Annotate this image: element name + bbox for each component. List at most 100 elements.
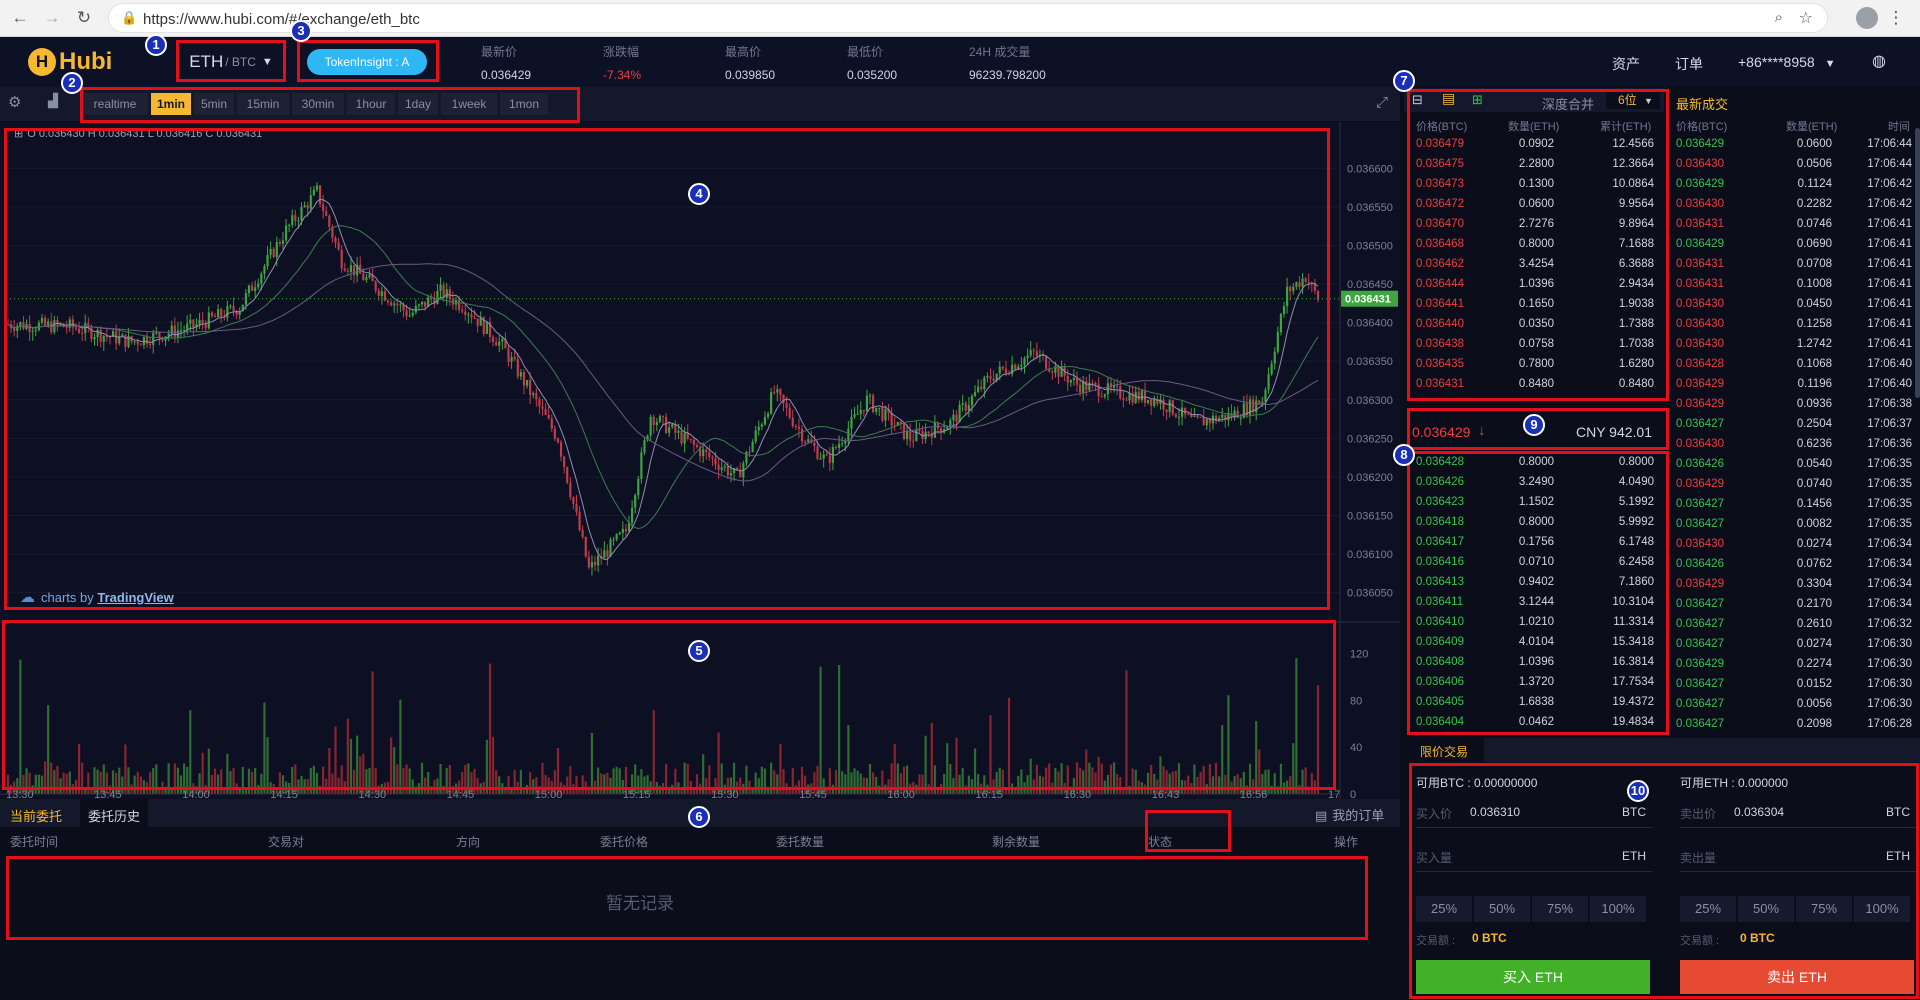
trade-amount: 0.0274 xyxy=(1796,638,1832,650)
trade-amount: 0.2610 xyxy=(1796,618,1832,630)
trades-scrollbar[interactable] xyxy=(1915,128,1920,398)
indicators-icon[interactable]: ▟ xyxy=(48,93,58,109)
trade-row: 0.036431 0.0746 17:06:41 xyxy=(1666,214,1920,234)
trade-row: 0.036427 0.2504 17:06:37 xyxy=(1666,414,1920,434)
trade-time: 17:06:30 xyxy=(1867,658,1912,670)
trade-row: 0.036429 0.0690 17:06:41 xyxy=(1666,234,1920,254)
zoom-icon[interactable]: ⌕ xyxy=(1775,9,1783,26)
trade-row: 0.036430 0.6236 17:06:36 xyxy=(1666,434,1920,454)
orders-col-header: 委托价格 xyxy=(600,835,649,849)
trade-time: 17:06:35 xyxy=(1867,458,1912,470)
trade-price: 0.036427 xyxy=(1676,498,1724,510)
trade-amount: 0.2282 xyxy=(1796,198,1832,210)
fullscreen-icon[interactable]: ⤢ xyxy=(1376,94,1388,111)
trade-amount: 0.1124 xyxy=(1797,178,1832,190)
nav-assets[interactable]: 资产 xyxy=(1612,54,1640,74)
orders-col-header: 剩余数量 xyxy=(992,835,1041,849)
price-tick-label: 0.036550 xyxy=(1347,202,1393,214)
tr-col-time: 时间 xyxy=(1888,121,1910,133)
trade-time: 17:06:30 xyxy=(1867,638,1912,650)
trade-time: 17:06:35 xyxy=(1867,498,1912,510)
settings-gear-icon[interactable]: ⚙ xyxy=(8,93,21,111)
tab-current-orders[interactable]: 当前委托 xyxy=(10,806,62,825)
time-tick-label: 14:00 xyxy=(182,789,210,799)
trade-row: 0.036429 0.0740 17:06:35 xyxy=(1666,474,1920,494)
forward-icon[interactable]: → xyxy=(40,6,64,30)
time-tick-label: 15:45 xyxy=(799,789,827,799)
trade-row: 0.036428 0.1068 17:06:40 xyxy=(1666,354,1920,374)
trade-time: 17:06:41 xyxy=(1867,338,1912,350)
tab-order-history[interactable]: 委托历史 xyxy=(80,799,149,827)
trade-amount: 0.0762 xyxy=(1796,558,1832,570)
orders-col-header: 交易对 xyxy=(268,835,305,849)
trade-time: 17:06:30 xyxy=(1867,678,1912,690)
price-tick-label: 0.036250 xyxy=(1347,433,1393,445)
volume-tick-label: 80 xyxy=(1350,695,1362,707)
time-tick-label: 16:00 xyxy=(887,789,915,799)
trade-amount: 0.2504 xyxy=(1796,418,1832,430)
trade-price: 0.036431 xyxy=(1676,258,1724,270)
trade-time: 17:06:34 xyxy=(1867,558,1912,570)
trade-row: 0.036430 1.2742 17:06:41 xyxy=(1666,334,1920,354)
stat-low: 最低价 0.035200 xyxy=(847,45,898,82)
browser-menu-icon[interactable]: ⋮ xyxy=(1884,6,1908,30)
time-tick-label: 14:15 xyxy=(270,789,298,799)
marker-8: 8 xyxy=(1393,444,1415,466)
price-tick-label: 0.036100 xyxy=(1347,549,1393,561)
trade-row: 0.036426 0.0540 17:06:35 xyxy=(1666,454,1920,474)
trade-row: 0.036427 0.0274 17:06:30 xyxy=(1666,634,1920,654)
volume-tick-label: 40 xyxy=(1350,742,1362,754)
trade-time: 17:06:44 xyxy=(1867,158,1912,170)
trade-time: 17:06:40 xyxy=(1867,378,1912,390)
lock-icon: 🔒 xyxy=(121,10,138,25)
marker-1: 1 xyxy=(145,34,167,56)
trade-time: 17:06:32 xyxy=(1867,618,1912,630)
trade-row: 0.036427 0.1456 17:06:35 xyxy=(1666,494,1920,514)
volume-tick-label: 120 xyxy=(1350,649,1368,661)
trade-row: 0.036431 0.1008 17:06:41 xyxy=(1666,274,1920,294)
trade-row: 0.036429 0.0600 17:06:44 xyxy=(1666,134,1920,154)
exchange-header: H Hubi ETH / BTC ▼ TokenInsight : A 最新价 0… xyxy=(0,37,1920,87)
reload-icon[interactable]: ↻ xyxy=(72,6,96,30)
trade-price: 0.036429 xyxy=(1676,578,1724,590)
trade-price: 0.036427 xyxy=(1676,598,1724,610)
tab-limit-trade[interactable]: 限价交易 xyxy=(1404,738,1485,762)
globe-icon[interactable]: ◍ xyxy=(1872,51,1886,71)
stat-volume-24h: 24H 成交量 96239.798200 xyxy=(969,45,1046,82)
trade-amount: 0.0540 xyxy=(1796,458,1832,470)
time-tick-label: 17 xyxy=(1328,789,1340,799)
bookmark-star-icon[interactable]: ☆ xyxy=(1799,8,1813,28)
trade-time: 17:06:28 xyxy=(1867,718,1912,730)
marker-5: 5 xyxy=(688,640,710,662)
back-icon[interactable]: ← xyxy=(8,6,32,30)
profile-avatar[interactable] xyxy=(1856,7,1878,29)
trade-price: 0.036430 xyxy=(1676,338,1724,350)
annotation-box-asks xyxy=(1407,89,1669,401)
trade-row: 0.036430 0.0274 17:06:34 xyxy=(1666,534,1920,554)
trade-price: 0.036426 xyxy=(1676,558,1724,570)
trade-amount: 0.0600 xyxy=(1796,138,1832,150)
annotation-box-pair xyxy=(176,40,286,82)
nav-account[interactable]: +86****8958 ▼ xyxy=(1738,54,1835,70)
time-tick-label: 14:45 xyxy=(447,789,475,799)
trade-price: 0.036431 xyxy=(1676,218,1724,230)
my-orders-link[interactable]: ▤ 我的订单 xyxy=(1315,805,1384,824)
trade-time: 17:06:41 xyxy=(1867,298,1912,310)
annotation-box-volume xyxy=(2,620,1336,790)
nav-orders[interactable]: 订单 xyxy=(1675,54,1703,74)
trade-price: 0.036430 xyxy=(1676,158,1724,170)
trade-time: 17:06:41 xyxy=(1867,238,1912,250)
time-tick-label: 16:30 xyxy=(1064,789,1092,799)
time-tick-label: 15:15 xyxy=(623,789,651,799)
trade-row: 0.036426 0.0762 17:06:34 xyxy=(1666,554,1920,574)
annotation-box-timeframes xyxy=(80,87,580,123)
marker-4: 4 xyxy=(688,183,710,205)
trade-amount: 0.1456 xyxy=(1796,498,1832,510)
trade-row: 0.036429 0.3304 17:06:34 xyxy=(1666,574,1920,594)
trade-price: 0.036427 xyxy=(1676,618,1724,630)
orders-col-header: 委托数量 xyxy=(776,835,825,849)
trade-row: 0.036427 0.0082 17:06:35 xyxy=(1666,514,1920,534)
trade-amount: 0.0152 xyxy=(1796,678,1832,690)
address-bar[interactable]: 🔒 https://www.hubi.com/#/exchange/eth_bt… xyxy=(108,3,1828,33)
annotation-box-tokeninsight xyxy=(297,40,439,82)
